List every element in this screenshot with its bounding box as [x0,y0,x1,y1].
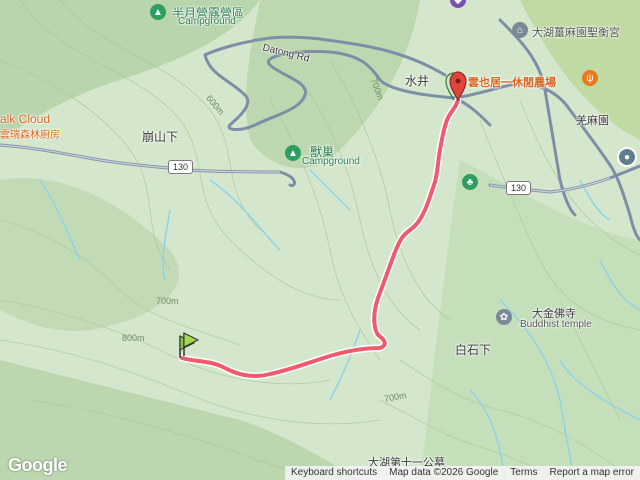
google-logo: Google [8,455,68,475]
shuijing-label: 水井 [405,74,430,88]
terms-link[interactable]: Terms [504,466,543,480]
poi-circle-icon[interactable]: ● [617,147,637,167]
banyue-campground-sub: Campground [178,16,236,27]
keyboard-shortcuts-link[interactable]: Keyboard shortcuts [285,466,383,480]
restaurant-icon[interactable]: ψ [582,70,598,86]
campground-icon[interactable]: ▲ [150,4,166,20]
bengshanxia-label: 崩山下 [142,130,179,144]
walk-cloud-sub: 雲瑞森林廚房 [0,130,60,141]
terrain-map[interactable] [0,0,640,480]
elevation-label: 800m [122,333,145,343]
dahu-temple-label[interactable]: 大湖薑麻園聖衡宮 [532,24,620,40]
temple-icon[interactable]: ✿ [496,309,512,325]
attribution-bar: Keyboard shortcuts Map data ©2026 Google… [284,466,640,480]
route-130-shield: 130 [168,160,194,174]
map-data-text: Map data ©2026 Google [389,467,499,478]
route-130-shield: 130 [506,181,532,195]
shouchao-campground-sub: Campground [302,156,360,167]
baishixia-label: 白石下 [455,343,492,357]
yunyeju-farm-label[interactable]: 雲也居一休閒農場 [468,74,556,90]
jiangmayuan-label: 羌麻園 [576,115,609,127]
dajin-temple-sub: Buddhist temple [520,319,592,330]
campground-icon[interactable]: ▲ [285,145,301,161]
walk-cloud-label[interactable]: alk Cloud [0,112,50,126]
temple-icon[interactable]: ⌂ [512,22,528,38]
report-error-link[interactable]: Report a map error [544,466,640,480]
park-icon[interactable]: ♣ [462,174,478,190]
elevation-label: 700m [156,296,179,306]
